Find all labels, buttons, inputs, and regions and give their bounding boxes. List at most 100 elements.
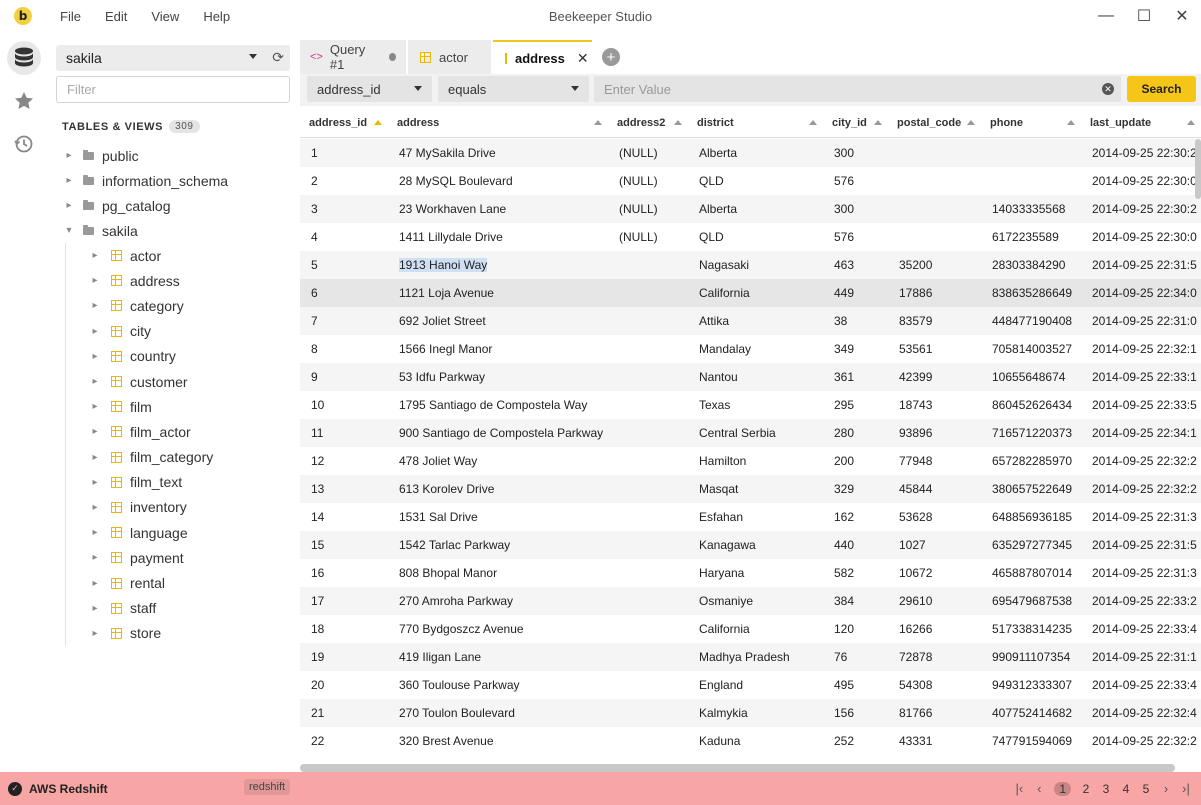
page-2-button[interactable]: 2	[1081, 782, 1091, 796]
cell-last-update[interactable]: 2014-09-25 22:31:0	[1081, 307, 1201, 335]
close-window-icon[interactable]: ✕	[1163, 0, 1201, 32]
cell-city-id[interactable]: 576	[823, 223, 888, 251]
cell-postal-code[interactable]: 53561	[888, 335, 981, 363]
cell-postal-code[interactable]: 1027	[888, 531, 981, 559]
cell-postal-code[interactable]: 43331	[888, 727, 981, 755]
table-row[interactable]: 18 770 Bydgoszcz Avenue California 120 16266…	[300, 615, 1201, 643]
cell-address-id[interactable]: 15	[300, 531, 388, 559]
cell-address2[interactable]	[608, 279, 688, 307]
cell-city-id[interactable]: 349	[823, 335, 888, 363]
table-item-film-actor[interactable]: ▸ film_actor	[66, 419, 300, 444]
cell-last-update[interactable]: 2014-09-25 22:31:5	[1081, 251, 1201, 279]
cell-address-id[interactable]: 17	[300, 587, 388, 615]
cell-postal-code[interactable]: 72878	[888, 643, 981, 671]
column-header-district[interactable]: district	[688, 108, 823, 138]
page-1-button[interactable]: 1	[1054, 781, 1071, 796]
cell-postal-code[interactable]: 54308	[888, 671, 981, 699]
cell-address-id[interactable]: 16	[300, 559, 388, 587]
table-row[interactable]: 14 1531 Sal Drive Esfahan 162 53628 648856936…	[300, 503, 1201, 531]
cell-address[interactable]: 320 Brest Avenue	[388, 727, 608, 755]
cell-phone[interactable]: 517338314235	[981, 615, 1081, 643]
cell-district[interactable]: Texas	[688, 391, 823, 419]
cell-address2[interactable]: (NULL)	[608, 139, 688, 167]
cell-district[interactable]: Haryana	[688, 559, 823, 587]
table-row[interactable]: 22 320 Brest Avenue Kaduna 252 43331 74779159…	[300, 727, 1201, 755]
cell-address2[interactable]	[608, 419, 688, 447]
table-row[interactable]: 17 270 Amroha Parkway Osmaniye 384 29610 6954…	[300, 587, 1201, 615]
cell-address[interactable]: 613 Korolev Drive	[388, 475, 608, 503]
minimize-icon[interactable]: —	[1087, 0, 1125, 32]
first-page-icon[interactable]: |‹	[1014, 781, 1024, 796]
cell-district[interactable]: England	[688, 671, 823, 699]
cell-address[interactable]: 478 Joliet Way	[388, 447, 608, 475]
table-item-store[interactable]: ▸ store	[66, 621, 300, 646]
cell-city-id[interactable]: 463	[823, 251, 888, 279]
cell-district[interactable]: California	[688, 279, 823, 307]
table-row[interactable]: 3 23 Workhaven Lane (NULL) Alberta 300 140333…	[300, 195, 1201, 223]
cell-city-id[interactable]: 495	[823, 671, 888, 699]
close-tab-icon[interactable]: ✕	[577, 50, 589, 67]
cell-phone[interactable]: 838635286649	[981, 279, 1081, 307]
cell-address[interactable]: 1411 Lillydale Drive	[388, 223, 608, 251]
cell-address-id[interactable]: 7	[300, 307, 388, 335]
cell-last-update[interactable]: 2014-09-25 22:31:1	[1081, 643, 1201, 671]
cell-phone[interactable]: 648856936185	[981, 503, 1081, 531]
cell-city-id[interactable]: 440	[823, 531, 888, 559]
cell-address-id[interactable]: 9	[300, 363, 388, 391]
cell-district[interactable]: Nagasaki	[688, 251, 823, 279]
table-item-rental[interactable]: ▸ rental	[66, 570, 300, 595]
cell-phone[interactable]	[981, 167, 1081, 195]
cell-city-id[interactable]: 280	[823, 419, 888, 447]
cell-district[interactable]: Mandalay	[688, 335, 823, 363]
sort-icon[interactable]	[674, 120, 682, 125]
cell-address[interactable]: 770 Bydgoszcz Avenue	[388, 615, 608, 643]
table-row[interactable]: 5 1913 Hanoi Way Nagasaki 463 35200 283033842…	[300, 251, 1201, 279]
cell-address2[interactable]	[608, 727, 688, 755]
cell-last-update[interactable]: 2014-09-25 22:31:3	[1081, 559, 1201, 587]
table-item-film[interactable]: ▸ film	[66, 394, 300, 419]
cell-city-id[interactable]: 252	[823, 727, 888, 755]
cell-address[interactable]: 419 Iligan Lane	[388, 643, 608, 671]
cell-address2[interactable]	[608, 587, 688, 615]
filter-value-input[interactable]	[594, 76, 1121, 102]
cell-address2[interactable]	[608, 615, 688, 643]
table-row[interactable]: 8 1566 Inegl Manor Mandalay 349 53561 7058140…	[300, 335, 1201, 363]
table-item-city[interactable]: ▸ city	[66, 319, 300, 344]
cell-address-id[interactable]: 10	[300, 391, 388, 419]
column-header-last-update[interactable]: last_update	[1081, 108, 1201, 138]
search-button[interactable]: Search	[1127, 76, 1196, 102]
table-row[interactable]: 19 419 Iligan Lane Madhya Pradesh 76 72878 99…	[300, 643, 1201, 671]
cell-district[interactable]: Alberta	[688, 139, 823, 167]
cell-district[interactable]: Attika	[688, 307, 823, 335]
table-row[interactable]: 10 1795 Santiago de Compostela Way Texas 29…	[300, 391, 1201, 419]
filter-input[interactable]	[56, 76, 290, 103]
cell-district[interactable]: Kalmykia	[688, 699, 823, 727]
cell-address2[interactable]	[608, 475, 688, 503]
cell-postal-code[interactable]: 18743	[888, 391, 981, 419]
cell-address2[interactable]: (NULL)	[608, 223, 688, 251]
add-tab-icon[interactable]: +	[602, 48, 620, 66]
cell-address2[interactable]	[608, 643, 688, 671]
cell-last-update[interactable]: 2014-09-25 22:33:1	[1081, 363, 1201, 391]
cell-district[interactable]: Kaduna	[688, 727, 823, 755]
cell-city-id[interactable]: 38	[823, 307, 888, 335]
page-5-button[interactable]: 5	[1141, 782, 1151, 796]
prev-page-icon[interactable]: ‹	[1034, 781, 1044, 796]
cell-district[interactable]: Hamilton	[688, 447, 823, 475]
cell-city-id[interactable]: 449	[823, 279, 888, 307]
cell-postal-code[interactable]: 93896	[888, 419, 981, 447]
cell-district[interactable]: Alberta	[688, 195, 823, 223]
column-header-city-id[interactable]: city_id	[823, 108, 888, 138]
cell-phone[interactable]: 10655648674	[981, 363, 1081, 391]
cell-address-id[interactable]: 20	[300, 671, 388, 699]
schema-item-public[interactable]: ▸ public	[47, 143, 300, 168]
cell-city-id[interactable]: 156	[823, 699, 888, 727]
cell-phone[interactable]: 448477190408	[981, 307, 1081, 335]
sort-icon[interactable]	[594, 120, 602, 125]
cell-city-id[interactable]: 582	[823, 559, 888, 587]
cell-last-update[interactable]: 2014-09-25 22:33:2	[1081, 587, 1201, 615]
filter-operator-select[interactable]: equals	[438, 76, 589, 102]
favorites-star-icon[interactable]	[7, 84, 41, 118]
cell-city-id[interactable]: 120	[823, 615, 888, 643]
cell-address-id[interactable]: 13	[300, 475, 388, 503]
